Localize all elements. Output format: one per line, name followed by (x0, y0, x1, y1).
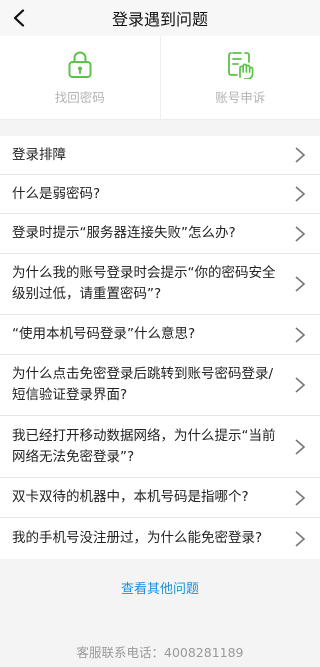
chevron-right-icon (295, 438, 306, 455)
faq-item-label: “使用本机号码登录”什么意思? (12, 326, 196, 342)
page-title: 登录遇到问题 (111, 10, 208, 29)
faq-item-label: 双卡双待的机器中，本机号码是指哪个? (12, 489, 249, 505)
chevron-right-icon (295, 377, 306, 393)
find-password-label: 找回密码 (54, 90, 105, 105)
faq-item-label: 登录排障 (12, 146, 66, 163)
back-button[interactable] (6, 5, 32, 31)
faq-item[interactable]: 什么是弱密码? (0, 175, 320, 214)
view-other-questions-link[interactable]: 查看其他问题 (0, 578, 320, 597)
account-appeal-button[interactable]: 账号申诉 (159, 36, 320, 119)
faq-item[interactable]: 我已经打开移动数据网络，为什么提示“当前网络无法免密登录”? (0, 416, 320, 478)
faq-item-label: 我已经打开移动数据网络，为什么提示“当前网络无法免密登录”? (12, 427, 276, 465)
service-phone-text: 客服联系电话：4008281189 (76, 645, 244, 660)
nav-bar: 登录遇到问题 (0, 0, 320, 36)
faq-item-label: 为什么我的账号登录时会提示“你的密码安全级别过低，请重置密码”? (12, 265, 276, 302)
chevron-right-icon (295, 225, 306, 242)
faq-item[interactable]: 双卡双待的机器中，本机号码是指哪个? (0, 478, 320, 518)
faq-item-label: 登录时提示“服务器连接失败”怎么办? (12, 225, 236, 241)
faq-item-label: 我的手机号没注册过，为什么能免密登录? (12, 530, 263, 546)
faq-list: 登录排障 什么是弱密码? 登录时提示“服务器连接失败”怎么办? 为什么我的账号登… (0, 136, 320, 559)
faq-item[interactable]: 为什么点击免密登录后跳转到账号密码登录/短信验证登录界面? (0, 355, 320, 416)
faq-item[interactable]: 为什么我的账号登录时会提示“你的密码安全级别过低，请重置密码”? (0, 254, 320, 315)
faq-item[interactable]: 我的手机号没注册过，为什么能免密登录? (0, 518, 320, 559)
chevron-right-icon (295, 147, 306, 163)
shortcut-panel: 找回密码 账号申诉 (0, 36, 320, 120)
faq-item[interactable]: 登录时提示“服务器连接失败”怎么办? (0, 214, 320, 254)
chevron-right-icon (295, 186, 306, 202)
appeal-icon (228, 52, 254, 79)
chevron-right-icon (295, 276, 306, 292)
account-appeal-label: 账号申诉 (215, 90, 266, 105)
faq-item[interactable]: 登录排障 (0, 136, 320, 175)
find-password-button[interactable]: 找回密码 (0, 36, 160, 119)
faq-item-label: 为什么点击免密登录后跳转到账号密码登录/短信验证登录界面? (12, 366, 274, 403)
chevron-right-icon (295, 326, 306, 343)
chevron-right-icon (295, 489, 306, 506)
chevron-right-icon (295, 530, 306, 547)
chevron-left-icon (13, 9, 25, 27)
faq-item[interactable]: “使用本机号码登录”什么意思? (0, 315, 320, 355)
faq-item-label: 什么是弱密码? (12, 185, 101, 202)
lock-icon (68, 51, 92, 78)
